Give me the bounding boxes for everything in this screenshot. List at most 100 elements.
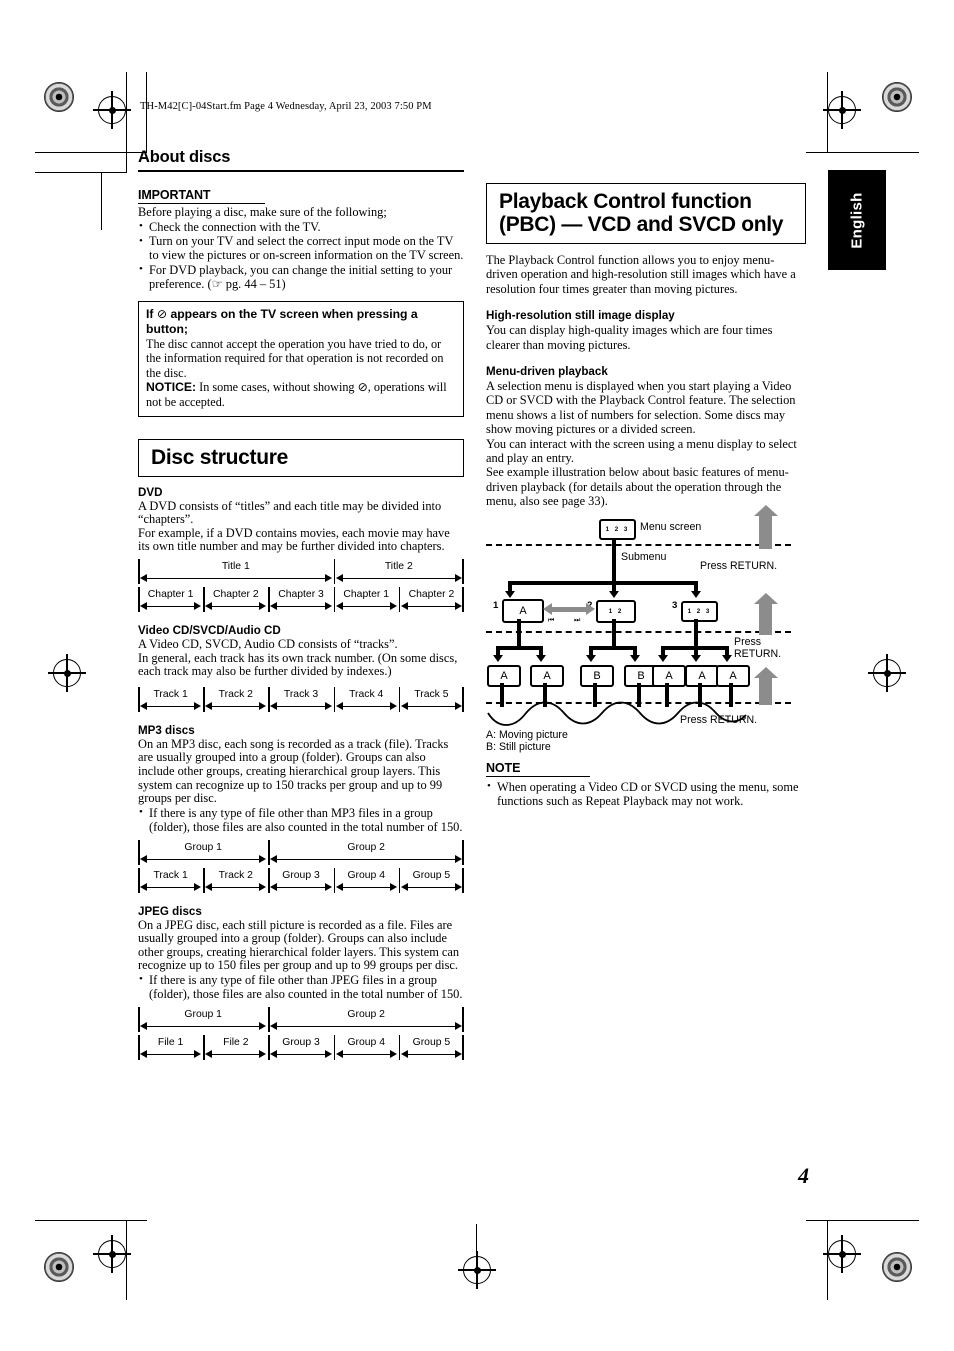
structure-divider bbox=[462, 558, 464, 584]
structure-cell: Group 1 bbox=[138, 839, 268, 865]
jpeg-bullets: If there is any type of file other than … bbox=[138, 972, 464, 1002]
structure-cell: Track 2 bbox=[203, 686, 268, 712]
structure-cell: Group 4 bbox=[333, 1034, 399, 1060]
crop-mark-br-h bbox=[806, 1220, 919, 1222]
note-block: NOTE When operating a Video CD or SVCD u… bbox=[486, 759, 806, 809]
pbc-heading-box: Playback Control function (PBC) — VCD an… bbox=[486, 183, 806, 244]
structure-cell-label: Group 4 bbox=[347, 869, 385, 881]
arrowhead-down-1b bbox=[609, 590, 619, 598]
flow-trunk-2a bbox=[517, 618, 521, 649]
structure-cell: Chapter 2 bbox=[203, 586, 268, 612]
structure-cell-label: Group 5 bbox=[412, 1036, 451, 1048]
jpeg-subheading: JPEG discs bbox=[138, 904, 202, 918]
span-arrow bbox=[268, 854, 464, 865]
structure-divider bbox=[462, 839, 464, 865]
structure-cell: Chapter 2 bbox=[398, 586, 465, 612]
span-arrow bbox=[334, 701, 399, 712]
structure-cell-label: Group 4 bbox=[347, 1036, 385, 1048]
note-heading: NOTE bbox=[486, 761, 591, 777]
span-arrow bbox=[399, 601, 464, 612]
list-item: If there is any type of file other than … bbox=[138, 805, 464, 835]
structure-cell-label: Track 2 bbox=[218, 869, 253, 881]
structure-cell: Chapter 3 bbox=[268, 586, 333, 612]
structure-cell: Track 5 bbox=[398, 686, 465, 712]
flow-bus-2b bbox=[589, 645, 637, 650]
flow-bus-2a bbox=[496, 645, 543, 650]
legend-item-b: B: Still picture bbox=[486, 741, 551, 754]
jpeg-structure-diagram: Group 1 Group 2 File 1 File 2 Group 3 Group 4… bbox=[138, 1006, 465, 1060]
prohibit-box-title: If ⊘ appears on the TV screen when press… bbox=[146, 307, 456, 337]
prohibition-icon: ⊘ bbox=[357, 380, 368, 395]
disc-structure-heading-box: Disc structure bbox=[138, 438, 464, 477]
prohibit-box-notice: NOTICE: In some cases, without showing ⊘… bbox=[146, 380, 456, 409]
structure-cell-label: Group 5 bbox=[412, 869, 451, 881]
registration-blob-bottomleft bbox=[44, 1252, 74, 1282]
legend-item-a: A: Moving picture bbox=[486, 728, 568, 741]
menu-driven-paragraph-2: You can interact with the screen using a… bbox=[486, 436, 797, 466]
dvd-subheading: DVD bbox=[138, 485, 163, 499]
list-item: Turn on your TV and select the correct i… bbox=[138, 234, 464, 263]
structure-cell: Group 5 bbox=[398, 1034, 465, 1060]
pbc-heading: Playback Control function (PBC) — VCD an… bbox=[499, 190, 784, 236]
mp3-subheading: MP3 discs bbox=[138, 723, 195, 737]
divider-dashed-2 bbox=[486, 630, 791, 633]
press-return-arrow-3 bbox=[753, 666, 778, 705]
list-item: When operating a Video CD or SVCD using … bbox=[486, 779, 806, 809]
pbc-intro: The Playback Control function allows you… bbox=[486, 253, 796, 296]
pbc-flow-diagram: 1 2 3 Menu screen Submenu 1 A 2 1 2 3 1 … bbox=[486, 504, 806, 753]
mp3-paragraph-1: On an MP3 disc, each song is recorded as… bbox=[138, 736, 449, 806]
structure-divider bbox=[462, 1034, 465, 1060]
leaf-box-label: A bbox=[665, 669, 673, 682]
span-arrow bbox=[203, 701, 268, 712]
span-arrow bbox=[138, 573, 334, 584]
span-arrow bbox=[268, 701, 333, 712]
leaf-box: A bbox=[487, 664, 521, 687]
structure-cell: Track 3 bbox=[268, 686, 333, 712]
structure-row-bottom: Chapter 1 Chapter 2 Chapter 3 Chapter 1 Chap… bbox=[138, 586, 465, 612]
span-arrow bbox=[268, 1021, 464, 1032]
structure-row-top: Group 1 Group 2 bbox=[138, 839, 464, 865]
important-intro: Before playing a disc, make sure of the … bbox=[138, 205, 387, 219]
structure-cell-label: Chapter 1 bbox=[343, 588, 390, 600]
leaf-box: A bbox=[716, 664, 750, 687]
registration-mark-tl bbox=[93, 91, 131, 129]
diagram-legend: A: Moving picture B: Still picture bbox=[486, 729, 568, 754]
structure-cell: Group 3 bbox=[268, 1034, 333, 1060]
menu-screen-box-label: 1 2 3 bbox=[605, 525, 630, 533]
crop-mark-tl-v2 bbox=[146, 72, 148, 153]
notice-pre: In some cases, without showing bbox=[196, 380, 358, 395]
crop-mark-tr-v bbox=[827, 72, 829, 153]
structure-cell-label: Track 3 bbox=[283, 688, 319, 700]
page-number: 4 bbox=[798, 1163, 809, 1188]
press-return-label-1: Press RETURN. bbox=[700, 559, 778, 572]
structure-cell-label: Group 1 bbox=[184, 841, 222, 853]
structure-cell-label: Group 1 bbox=[184, 1008, 222, 1020]
structure-cell: Chapter 1 bbox=[333, 586, 399, 612]
span-arrow bbox=[203, 882, 268, 893]
span-arrow bbox=[334, 1049, 399, 1060]
span-arrow bbox=[138, 882, 203, 893]
registration-mark-ml bbox=[48, 654, 86, 692]
jpeg-paragraph-1: On a JPEG disc, each still picture is re… bbox=[138, 917, 460, 973]
span-arrow bbox=[399, 882, 464, 893]
arrowhead-down-2c2 bbox=[691, 654, 701, 662]
flow-bus-1 bbox=[508, 580, 698, 585]
arrowhead-down-2c3 bbox=[722, 654, 732, 662]
crop-mark-bl-v bbox=[126, 1220, 128, 1300]
mp3-block: MP3 discs On an MP3 disc, each song is r… bbox=[138, 723, 465, 893]
structure-row-top: Group 1 Group 2 bbox=[138, 1006, 464, 1032]
registration-mark-tr bbox=[823, 91, 861, 129]
crop-mark-tl-v bbox=[126, 72, 128, 172]
span-arrow bbox=[203, 601, 268, 612]
structure-cell: File 2 bbox=[203, 1034, 268, 1060]
structure-cell: Group 4 bbox=[333, 867, 399, 893]
submenu-box-2: 1 2 bbox=[596, 599, 636, 623]
registration-mark-bc bbox=[458, 1251, 496, 1289]
structure-cell-label: Track 5 bbox=[414, 688, 449, 700]
crop-mark-tr-h bbox=[806, 152, 919, 154]
registration-blob-bottomright bbox=[882, 1252, 912, 1282]
span-arrow bbox=[203, 1049, 268, 1060]
divider-dashed-1 bbox=[486, 543, 791, 546]
menu-screen-label: Menu screen bbox=[640, 520, 702, 533]
submenu-label: Submenu bbox=[621, 550, 667, 563]
